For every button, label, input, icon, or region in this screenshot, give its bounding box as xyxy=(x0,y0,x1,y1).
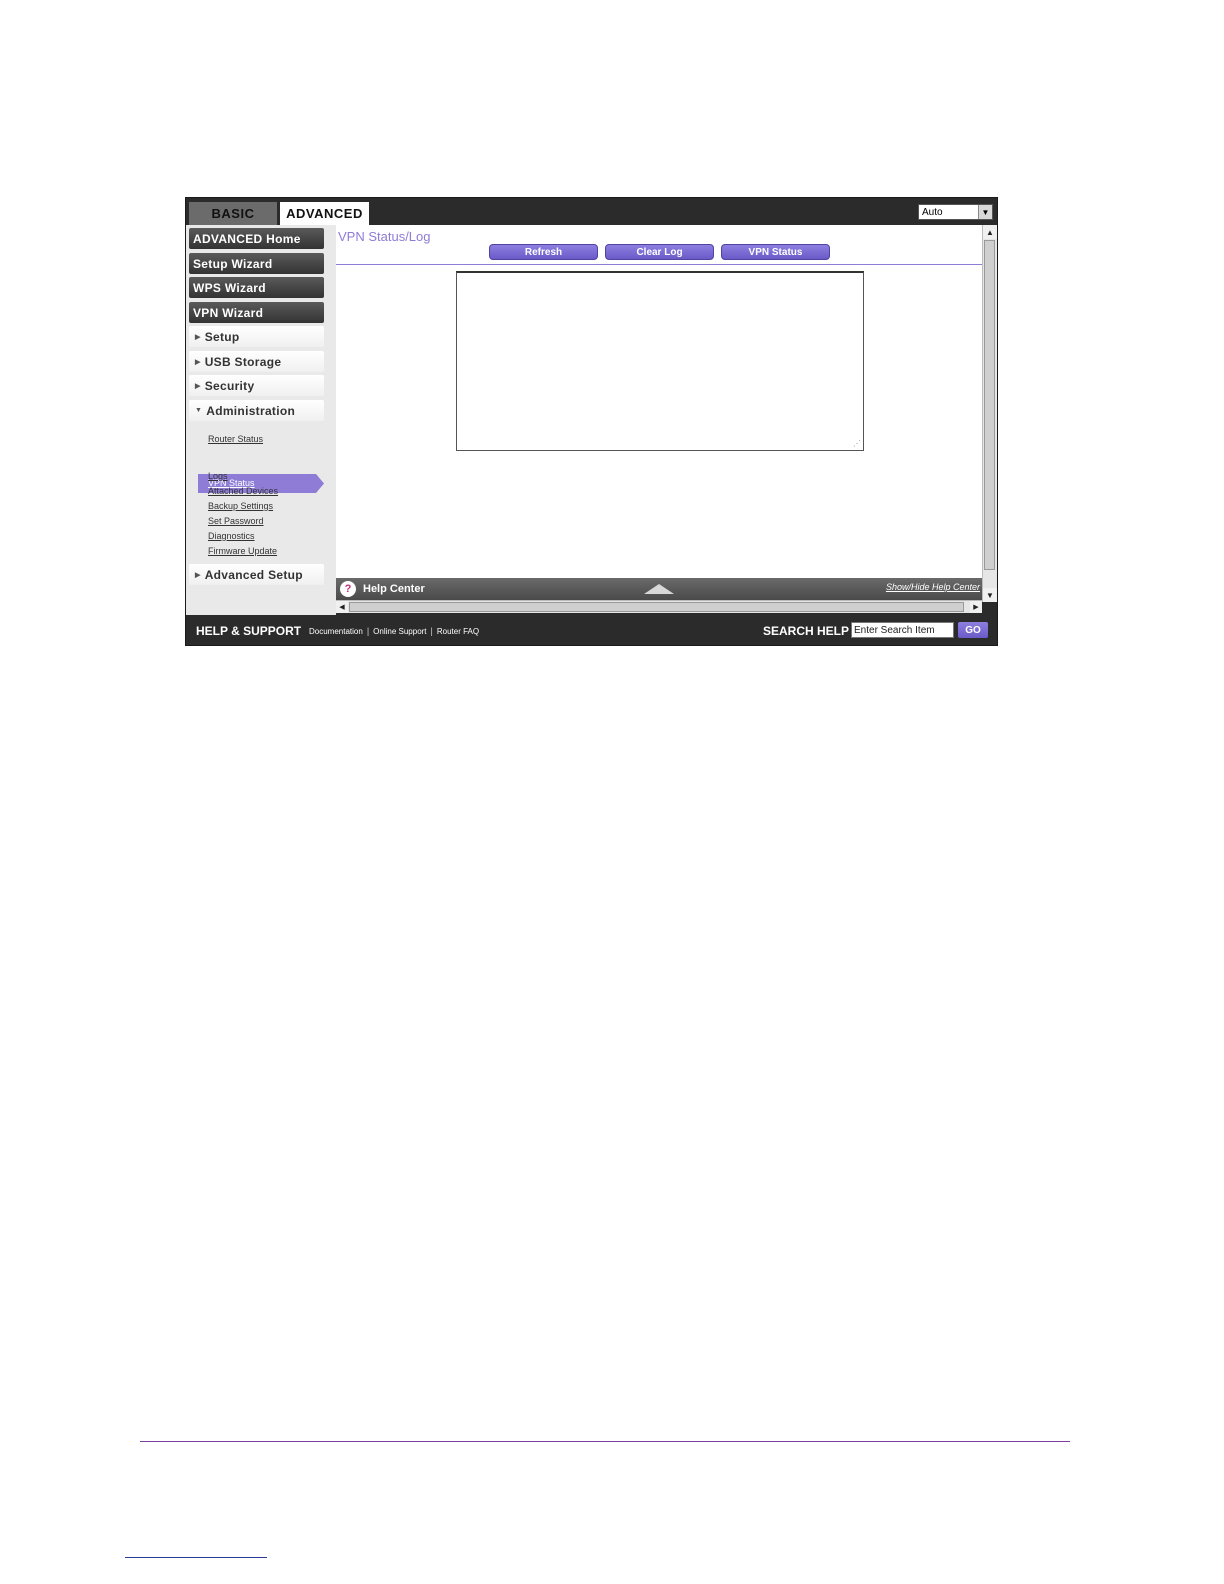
router-admin-window: BASIC ADVANCED Auto ▼ ADVANCED Home Setu… xyxy=(185,197,998,646)
scroll-down-icon[interactable]: ▼ xyxy=(983,588,997,602)
page-title: VPN Status/Log xyxy=(338,229,431,244)
sidebar-item-wps-wizard[interactable]: WPS Wizard xyxy=(189,277,324,298)
sidebar-link-set-password[interactable]: Set Password xyxy=(208,516,264,526)
refresh-button[interactable]: Refresh xyxy=(489,244,598,260)
sidebar-section-security[interactable]: ▶ Security xyxy=(189,375,324,396)
clear-log-button[interactable]: Clear Log xyxy=(605,244,714,260)
horizontal-scrollbar[interactable]: ◀ ▶ xyxy=(336,600,982,613)
link-separator: | xyxy=(430,626,433,636)
sidebar-link-attached-devices[interactable]: Attached Devices xyxy=(208,486,278,496)
sidebar-section-administration[interactable]: ▼ Administration xyxy=(189,400,324,421)
sidebar-item-advanced-home[interactable]: ADVANCED Home xyxy=(189,228,324,249)
page-footer-underline xyxy=(125,1557,267,1558)
language-select-value: Auto xyxy=(922,206,943,218)
vertical-scrollbar[interactable]: ▲ ▼ xyxy=(982,225,997,602)
scroll-left-icon[interactable]: ◀ xyxy=(336,601,348,613)
main-content: VPN Status/Log Refresh Clear Log VPN Sta… xyxy=(336,225,982,578)
show-hide-help-link[interactable]: Show/Hide Help Center xyxy=(886,582,980,592)
scrollbar-thumb[interactable] xyxy=(349,602,964,612)
resize-grip-icon[interactable]: ⋰ xyxy=(853,439,861,448)
sidebar-section-usb-storage[interactable]: ▶ USB Storage xyxy=(189,351,324,372)
question-icon[interactable]: ? xyxy=(340,581,356,597)
caret-right-icon: ▶ xyxy=(195,358,201,366)
help-center-title: Help Center xyxy=(363,583,425,595)
help-center-bar: ? Help Center Show/Hide Help Center xyxy=(336,578,982,600)
sidebar-section-label: Setup xyxy=(204,329,240,344)
sidebar-link-diagnostics[interactable]: Diagnostics xyxy=(208,531,255,541)
page-divider xyxy=(140,1441,1070,1442)
scrollbar-thumb[interactable] xyxy=(984,240,995,570)
chevron-down-icon[interactable]: ▼ xyxy=(978,205,992,219)
footer: HELP & SUPPORT Documentation | Online Su… xyxy=(186,615,997,645)
sidebar-section-label: Administration xyxy=(206,403,296,418)
sidebar-section-label: Security xyxy=(204,378,255,393)
footer-title: HELP & SUPPORT xyxy=(196,624,302,638)
sidebar-link-firmware-update[interactable]: Firmware Update xyxy=(208,546,277,556)
title-divider xyxy=(336,264,982,265)
sidebar-item-setup-wizard[interactable]: Setup Wizard xyxy=(189,253,324,274)
scroll-up-icon[interactable]: ▲ xyxy=(983,225,997,239)
scroll-right-icon[interactable]: ▶ xyxy=(970,601,982,613)
sidebar-section-label: Advanced Setup xyxy=(204,567,303,582)
expand-up-icon[interactable] xyxy=(644,584,674,594)
sidebar: ADVANCED Home Setup Wizard WPS Wizard VP… xyxy=(186,225,336,615)
footer-links: Documentation | Online Support | Router … xyxy=(309,626,479,636)
sidebar-section-setup[interactable]: ▶ Setup xyxy=(189,326,324,347)
caret-right-icon: ▶ xyxy=(195,333,201,341)
sidebar-link-logs[interactable]: Logs xyxy=(208,471,228,481)
tab-basic[interactable]: BASIC xyxy=(189,202,277,225)
language-select[interactable]: Auto ▼ xyxy=(918,204,993,220)
top-tab-bar: BASIC ADVANCED Auto ▼ xyxy=(186,198,997,225)
online-support-link[interactable]: Online Support xyxy=(373,627,426,636)
search-input[interactable] xyxy=(851,622,954,638)
documentation-link[interactable]: Documentation xyxy=(309,627,363,636)
caret-down-icon: ▼ xyxy=(195,407,203,414)
caret-right-icon: ▶ xyxy=(195,571,201,579)
caret-right-icon: ▶ xyxy=(195,382,201,390)
search-help-label: SEARCH HELP xyxy=(763,624,850,638)
link-separator: | xyxy=(366,626,370,636)
sidebar-link-router-status[interactable]: Router Status xyxy=(208,434,263,444)
sidebar-section-advanced-setup[interactable]: ▶ Advanced Setup xyxy=(189,564,324,585)
sidebar-section-label: USB Storage xyxy=(204,354,282,369)
sidebar-link-backup-settings[interactable]: Backup Settings xyxy=(208,501,273,511)
vpn-log-textarea[interactable]: ⋰ xyxy=(456,271,864,451)
tab-advanced[interactable]: ADVANCED xyxy=(280,202,369,225)
go-button[interactable]: GO xyxy=(958,622,988,638)
router-faq-link[interactable]: Router FAQ xyxy=(437,627,479,636)
vpn-status-button[interactable]: VPN Status xyxy=(721,244,830,260)
sidebar-item-vpn-wizard[interactable]: VPN Wizard xyxy=(189,302,324,323)
